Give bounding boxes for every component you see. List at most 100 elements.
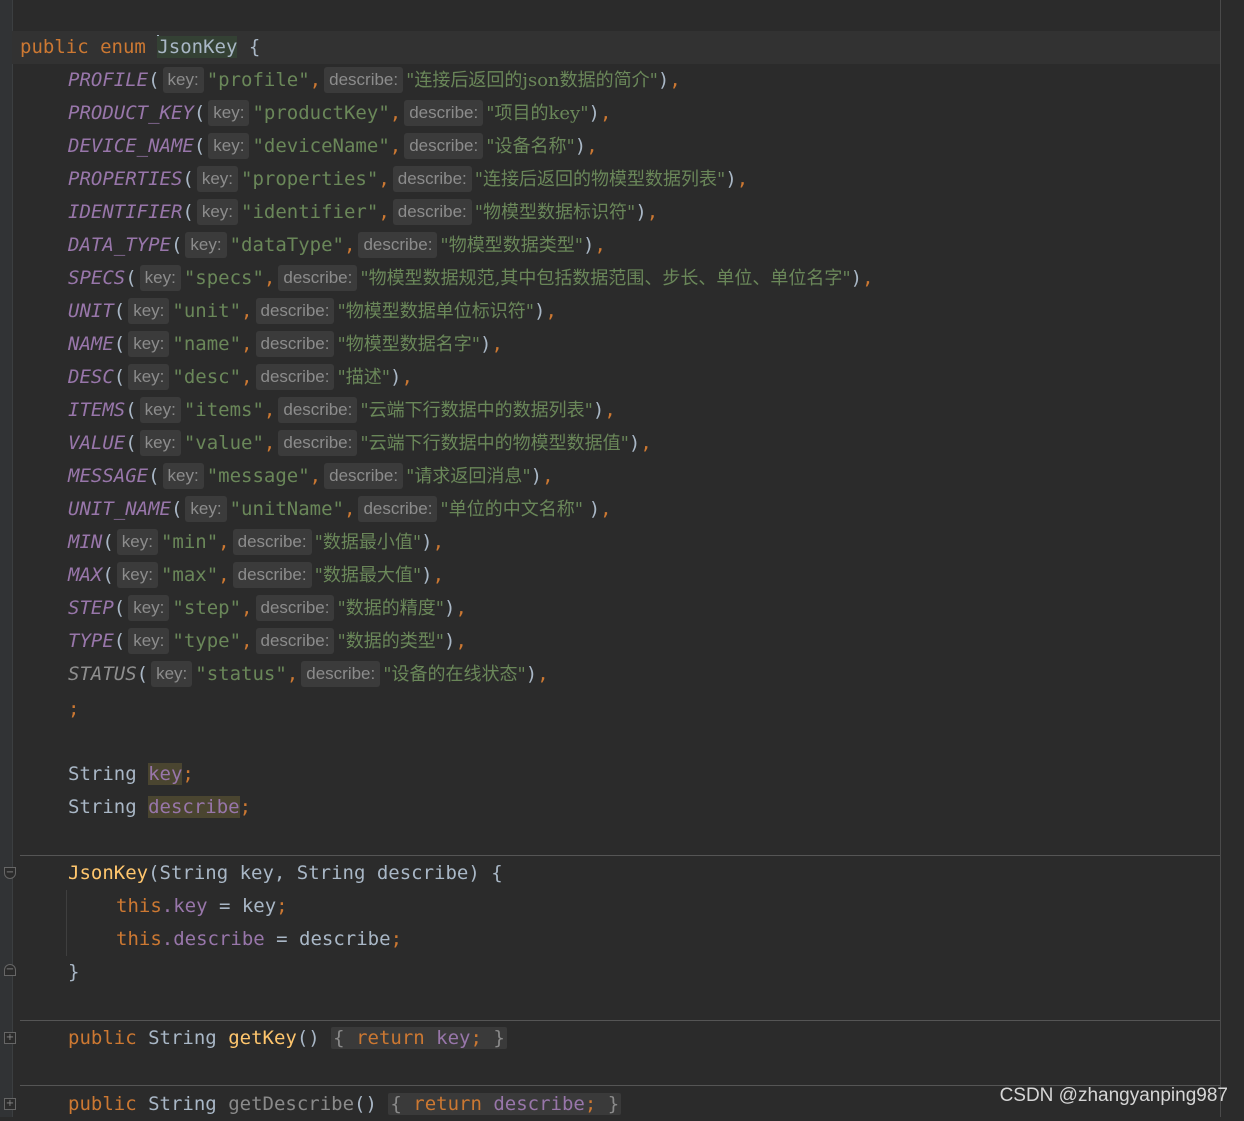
key-string: "dataType" <box>229 234 344 256</box>
enum-constant-name[interactable]: MESSAGE <box>68 465 148 487</box>
describe-string: "物模型数据规范,其中包括数据范围、步长、单位、单位名字" <box>360 268 851 289</box>
enum-constant-name[interactable]: STATUS <box>68 663 137 685</box>
describe-string: "项目的key" <box>486 103 589 124</box>
enum-constant-name[interactable]: NAME <box>68 333 114 355</box>
describe-string: "数据的类型" <box>337 631 445 652</box>
enum-constant-line: PROFILE(key: "profile", describe: "连接后返回的js… <box>68 67 681 93</box>
describe-string: "物模型数据单位标识符" <box>337 301 535 322</box>
key-string: "min" <box>160 531 219 553</box>
enum-constant-line: ITEMS(key: "items", describe: "云端下行数据中的数据列表… <box>68 397 616 423</box>
code-line-assign-key: this.key = key; <box>116 895 288 917</box>
method-name-getkey[interactable]: getKey <box>228 1027 297 1049</box>
param-hint-describe: describe: <box>232 562 312 588</box>
fold-end-icon[interactable]: − <box>4 964 16 976</box>
describe-string: "物模型数据类型" <box>440 235 583 256</box>
enum-constant-name[interactable]: DEVICE_NAME <box>68 135 194 157</box>
enum-constant-name[interactable]: PROFILE <box>68 69 148 91</box>
method-separator <box>20 1020 1220 1021</box>
enum-constant-line: STEP(key: "step", describe: "数据的精度"), <box>68 595 467 621</box>
enum-constant-name[interactable]: ITEMS <box>68 399 125 421</box>
key-string: "message" <box>206 465 310 487</box>
watermark: CSDN @zhangyanping987 <box>999 1085 1228 1106</box>
code-line-enum-declaration: public enum JsonKey { <box>12 31 1220 64</box>
describe-string: "数据最小值" <box>314 532 422 553</box>
enum-constant-name[interactable]: PRODUCT_KEY <box>68 102 194 124</box>
field-name-key[interactable]: key <box>148 763 183 785</box>
key-string: "specs" <box>183 267 264 289</box>
param-hint-key: key: <box>128 364 170 390</box>
param-hint-key: key: <box>128 595 170 621</box>
key-string: "status" <box>195 663 287 685</box>
param-hint-key: key: <box>196 166 239 192</box>
param-hint-key: key: <box>139 430 181 456</box>
assigned-value: = describe <box>264 928 391 950</box>
describe-string: "数据最大值" <box>314 565 422 586</box>
keyword-public: public <box>68 1027 137 1049</box>
enum-terminator: ; <box>68 698 80 720</box>
param-hint-key: key: <box>128 298 170 324</box>
code-line-field-key: String key; <box>68 763 194 785</box>
code-line-constructor: JsonKey(String key, String describe) { <box>68 857 503 890</box>
keyword-this: this <box>116 895 162 917</box>
param-hint-describe: describe: <box>255 595 335 621</box>
key-string: "desc" <box>172 366 242 388</box>
describe-string: "描述" <box>337 367 391 388</box>
param-hint-key: key: <box>116 562 158 588</box>
enum-constant-name[interactable]: IDENTIFIER <box>68 201 182 223</box>
enum-constant-line: NAME(key: "name", describe: "物模型数据名字"), <box>68 331 503 357</box>
enum-constant-name[interactable]: VALUE <box>68 432 125 454</box>
field-type: String <box>68 763 137 785</box>
enum-constant-name[interactable]: DESC <box>68 366 114 388</box>
describe-string: "云端下行数据中的物模型数据值" <box>360 433 629 454</box>
param-hint-key: key: <box>162 463 204 489</box>
param-hint-key: key: <box>208 133 250 159</box>
keyword-this: this <box>116 928 162 950</box>
enum-constant-name[interactable]: STEP <box>68 597 114 619</box>
enum-constant-name[interactable]: TYPE <box>68 630 114 652</box>
enum-constant-line: MAX(key: "max", describe: "数据最大值"), <box>68 562 445 588</box>
param-hint-key: key: <box>116 529 158 555</box>
enum-constant-line: PROPERTIES(key: "properties", describe: "连接… <box>68 166 749 192</box>
key-string: "properties" <box>241 168 379 190</box>
param-hint-key: key: <box>128 628 170 654</box>
enum-constant-name[interactable]: UNIT_NAME <box>68 498 171 520</box>
enum-constant-line: SPECS(key: "specs", describe: "物模型数据规范,其中包括… <box>68 265 874 291</box>
enum-constant-name[interactable]: MIN <box>68 531 102 553</box>
folded-body[interactable]: { return describe; } <box>388 1093 622 1115</box>
code-line-assign-describe: this.describe = describe; <box>116 928 403 950</box>
key-string: "unit" <box>172 300 242 322</box>
enum-constant-name[interactable]: DATA_TYPE <box>68 234 171 256</box>
describe-string: "连接后返回的json数据的简介" <box>406 70 658 91</box>
describe-string: "设备名称" <box>486 136 575 157</box>
enum-constant-line: STATUS(key: "status", describe: "设备的在线状态"), <box>68 661 549 687</box>
key-string: "items" <box>183 399 264 421</box>
param-hint-describe: describe: <box>278 430 358 456</box>
enum-constant-name[interactable]: MAX <box>68 564 102 586</box>
constructor-name[interactable]: JsonKey <box>68 862 148 884</box>
enum-constant-line: DATA_TYPE(key: "dataType", describe: "物模型数据… <box>68 232 606 258</box>
return-type: String <box>148 1027 217 1049</box>
fold-expand-icon[interactable]: + <box>4 1032 16 1044</box>
field-name-describe[interactable]: describe <box>148 796 240 818</box>
enum-name[interactable]: JsonKey <box>157 36 238 58</box>
describe-string: "物模型数据标识符" <box>474 202 636 223</box>
key-string: "unitName" <box>229 498 344 520</box>
folded-body[interactable]: { return key; } <box>331 1027 507 1049</box>
param-hint-describe: describe: <box>392 166 472 192</box>
method-name-getdescribe[interactable]: getDescribe <box>228 1093 354 1115</box>
param-hint-key: key: <box>151 661 193 687</box>
param-hint-describe: describe: <box>255 628 335 654</box>
method-parens: () <box>354 1093 377 1115</box>
param-hint-key: key: <box>139 397 181 423</box>
param-hint-key: key: <box>185 496 227 522</box>
enum-constant-name[interactable]: SPECS <box>68 267 125 289</box>
code-line-getdescribe: public String getDescribe() { return des… <box>68 1088 622 1121</box>
enum-constant-name[interactable]: PROPERTIES <box>68 168 182 190</box>
method-separator <box>20 855 1220 856</box>
enum-constant-name[interactable]: UNIT <box>68 300 114 322</box>
fold-collapse-icon[interactable]: − <box>4 867 16 879</box>
code-line-constructor-close: } <box>68 956 79 989</box>
fold-expand-icon[interactable]: + <box>4 1098 16 1110</box>
code-line-semicolon: ; <box>68 693 79 726</box>
enum-constant-line: MESSAGE(key: "message", describe: "请求返回消息")… <box>68 463 554 489</box>
